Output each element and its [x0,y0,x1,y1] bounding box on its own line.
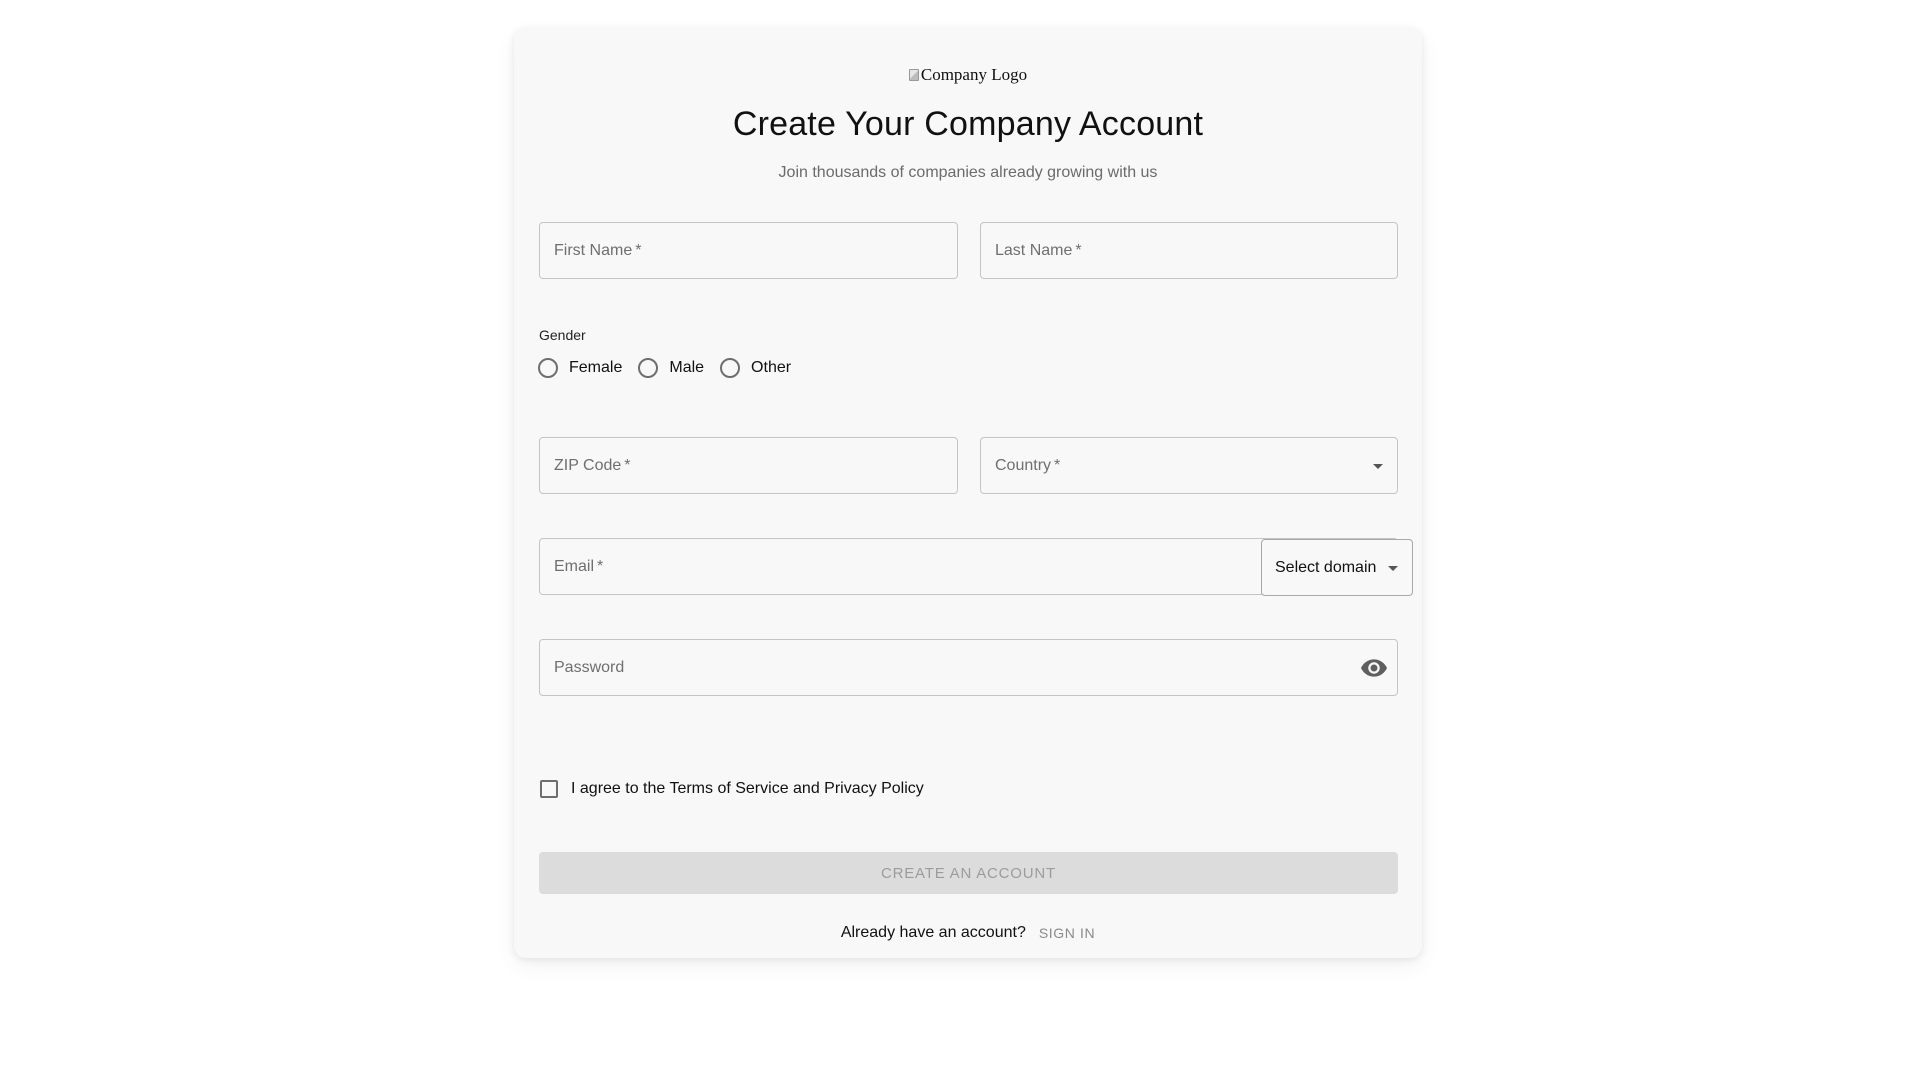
gender-option-other[interactable]: Other [720,358,791,378]
radio-label-female: Female [569,359,623,376]
required-mark: * [1075,241,1082,259]
zip-label-wrap: ZIP Code * [554,457,631,475]
radio-male[interactable] [638,358,659,378]
chevron-down-icon [1373,464,1383,469]
first-name-field[interactable]: First Name * [539,222,958,279]
required-mark: * [1054,456,1061,474]
gender-option-female[interactable]: Female [538,358,622,378]
last-name-label-wrap: Last Name * [995,242,1082,260]
radio-label-male: Male [669,359,705,376]
zip-code-field[interactable]: ZIP Code * [539,437,958,494]
signin-prompt: Already have an account? [840,924,1026,941]
signin-link[interactable]: SIGN IN [1039,925,1095,941]
page-subtitle: Join thousands of companies already grow… [778,164,1158,181]
gender-radio-group: Female Male Other [538,358,807,378]
email-field[interactable]: Email * Select domain [539,538,1413,596]
terms-label: I agree to the Terms of Service and Priv… [571,780,924,797]
first-name-label: First Name [554,241,633,259]
create-account-button[interactable]: CREATE AN ACCOUNT [539,852,1398,894]
gender-label: Gender [539,327,586,343]
logo-alt-text: Company Logo [920,65,1028,84]
password-field[interactable]: Password [539,639,1398,696]
last-name-label: Last Name [995,241,1073,259]
radio-other[interactable] [720,358,741,378]
radio-label-other: Other [751,359,792,376]
signup-card: Company Logo Create Your Company Account… [514,28,1422,958]
email-label: Email [554,557,595,575]
last-name-field[interactable]: Last Name * [980,222,1398,279]
password-label: Password [554,658,625,676]
country-select[interactable]: Country * [980,437,1398,494]
terms-agreement[interactable]: I agree to the Terms of Service and Priv… [540,780,924,798]
terms-checkbox[interactable] [540,780,558,798]
broken-image-icon [908,69,919,81]
required-mark: * [624,456,631,474]
required-mark: * [597,557,604,575]
company-logo: Company Logo [514,65,1422,85]
domain-select-label: Select domain [1275,558,1377,576]
required-mark: * [635,241,642,259]
email-label-wrap: Email * [554,558,603,576]
gender-option-male[interactable]: Male [638,358,704,378]
country-label: Country [995,456,1052,474]
signin-row: Already have an account? SIGN IN [514,924,1422,942]
eye-icon[interactable] [1361,658,1387,677]
first-name-label-wrap: First Name * [554,242,641,260]
chevron-down-icon [1388,566,1398,571]
radio-female[interactable] [538,358,558,378]
country-label-wrap: Country * [995,457,1060,475]
page-title: Create Your Company Account [732,105,1204,143]
domain-select[interactable]: Select domain [1261,539,1413,596]
zip-code-label: ZIP Code [554,456,622,474]
